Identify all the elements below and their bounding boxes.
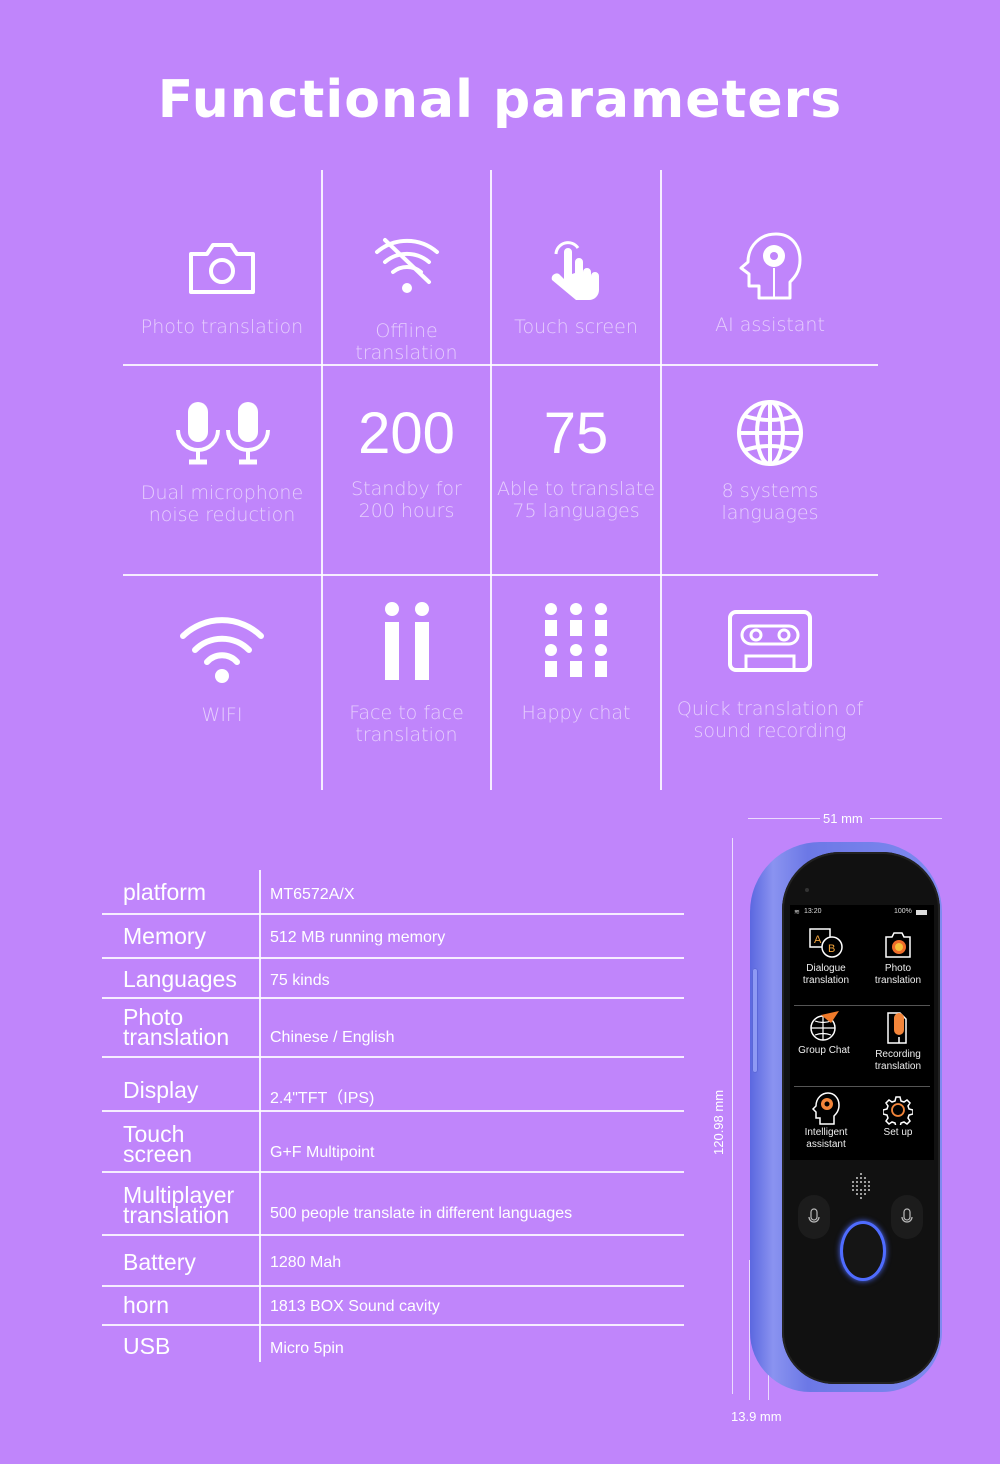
app-intelligent-assistant[interactable]: Intelligent assistant — [790, 1091, 862, 1151]
spec-key: Battery — [123, 1249, 196, 1275]
touch-hand-icon — [551, 241, 599, 300]
home-button[interactable] — [840, 1221, 886, 1281]
feature-wifi: WIFI — [123, 610, 321, 726]
spec-row: Battery 1280 Mah — [102, 1236, 684, 1287]
recording-mic-icon — [887, 1012, 907, 1044]
camera-app-icon — [885, 932, 911, 958]
spec-table: platform MT6572A/X Memory 512 MB running… — [102, 870, 684, 1366]
face-to-face-icon — [384, 602, 429, 680]
right-mic-button[interactable] — [891, 1195, 923, 1239]
grid-divider — [123, 364, 878, 366]
dialogue-icon: AB — [809, 928, 843, 958]
page-title: Functional parameters — [157, 70, 843, 130]
wifi-icon — [180, 617, 264, 683]
globe-plane-icon — [810, 1011, 839, 1041]
spec-key: USB — [123, 1333, 171, 1359]
app-dialogue-translation[interactable]: AB Dialogue translation — [790, 925, 862, 987]
spec-row: Display 2.4"TFT（IPS) — [102, 1058, 684, 1112]
app-group-chat[interactable]: Group Chat — [788, 1009, 860, 1057]
feature-languages: 75 Able to translate 75 languages — [492, 401, 660, 523]
left-mic-button[interactable] — [798, 1195, 830, 1239]
width-dimension-line — [748, 818, 820, 819]
group-people-icon — [545, 603, 607, 677]
spec-key: Display — [123, 1077, 199, 1103]
spec-key: Photo translation — [123, 1004, 230, 1050]
globe-icon — [737, 400, 803, 466]
svg-text:A: A — [814, 934, 822, 946]
status-wifi-icon: ≋ — [794, 909, 800, 916]
app-setup[interactable]: Set up — [862, 1095, 934, 1139]
spec-value: 1280 Mah — [270, 1254, 342, 1271]
spec-value: 500 people translate in different langua… — [270, 1205, 573, 1222]
device-screen: ≋ 13:20 100% AB Dialogue translation Phot… — [790, 905, 934, 1160]
languages-count-value: 75 — [543, 401, 609, 466]
grid-divider — [123, 574, 878, 576]
spec-row: Multiplayer translation 500 people transl… — [102, 1173, 684, 1236]
battery-icon — [916, 910, 927, 915]
app-grid-divider — [794, 1005, 930, 1006]
spec-row: platform MT6572A/X — [102, 870, 684, 915]
front-camera — [805, 888, 809, 892]
spec-key: Touch screen — [123, 1121, 193, 1167]
spec-value: 512 MB running memory — [270, 929, 446, 946]
spec-key: Multiplayer translation — [123, 1182, 235, 1228]
spec-row: Touch screen G+F Multipoint — [102, 1112, 684, 1173]
height-dimension-label: 120.98 mm — [711, 1086, 726, 1158]
ai-head-gear-icon — [739, 232, 802, 300]
spec-value: Chinese / English — [270, 1029, 395, 1046]
spec-row: USB Micro 5pin — [102, 1326, 684, 1366]
spec-value: 2.4"TFT（IPS) — [270, 1090, 375, 1107]
feature-offline-translation: Offline translation — [323, 236, 490, 364]
spec-value: 1813 BOX Sound cavity — [270, 1298, 440, 1315]
wifi-off-icon — [374, 238, 439, 293]
status-time: 13:20 — [804, 908, 822, 915]
camera-icon — [189, 243, 255, 294]
spec-key: Languages — [123, 966, 237, 992]
height-dimension-line — [732, 838, 733, 1394]
app-grid-divider — [794, 1086, 930, 1087]
feature-photo-translation: Photo translation — [123, 240, 321, 338]
feature-dual-microphone: Dual microphone noise reduction — [123, 400, 321, 526]
width-dimension-label: 51 mm — [823, 811, 863, 826]
spec-row: Languages 75 kinds — [102, 959, 684, 999]
cassette-icon — [728, 610, 812, 672]
feature-touch-screen: Touch screen — [492, 234, 660, 338]
spec-key: horn — [123, 1292, 170, 1318]
feature-grid: Photo translation Offline translation To… — [123, 170, 878, 790]
spec-value: 75 kinds — [270, 972, 330, 989]
spec-value: G+F Multipoint — [270, 1144, 375, 1161]
feature-happy-chat: Happy chat — [492, 602, 660, 724]
feature-system-languages: 8 systems languages — [662, 398, 878, 524]
spec-row: Photo translation Chinese / English — [102, 999, 684, 1058]
feature-face-to-face: Face to face translation — [323, 602, 490, 746]
spec-value: Micro 5pin — [270, 1340, 344, 1357]
feature-sound-recording: Quick translation of sound recording — [662, 610, 878, 742]
dual-microphone-icon — [176, 402, 270, 465]
spec-row: Memory 512 MB running memory — [102, 915, 684, 959]
spec-key: Memory — [123, 923, 207, 949]
speaker-grille-icon — [852, 1173, 870, 1199]
microphone-icon — [808, 1208, 820, 1223]
width-dimension-line — [870, 818, 942, 819]
spec-row: horn 1813 BOX Sound cavity — [102, 1287, 684, 1326]
feature-ai-assistant: AI assistant — [662, 232, 878, 336]
app-photo-translation[interactable]: Photo translation — [862, 929, 934, 987]
gear-icon — [883, 1096, 913, 1125]
status-battery: 100% — [894, 908, 912, 915]
spec-value: MT6572A/X — [270, 886, 355, 903]
standby-hours-value: 200 — [358, 401, 455, 466]
spec-key: platform — [123, 879, 207, 905]
svg-text:B: B — [828, 943, 835, 955]
microphone-icon — [901, 1208, 913, 1223]
app-recording-translation[interactable]: Recording translation — [862, 1009, 934, 1073]
depth-dimension-label: 13.9 mm — [731, 1409, 782, 1424]
volume-button — [752, 968, 758, 1073]
feature-standby: 200 Standby for 200 hours — [323, 401, 490, 523]
ai-head-app-icon — [811, 1092, 840, 1125]
